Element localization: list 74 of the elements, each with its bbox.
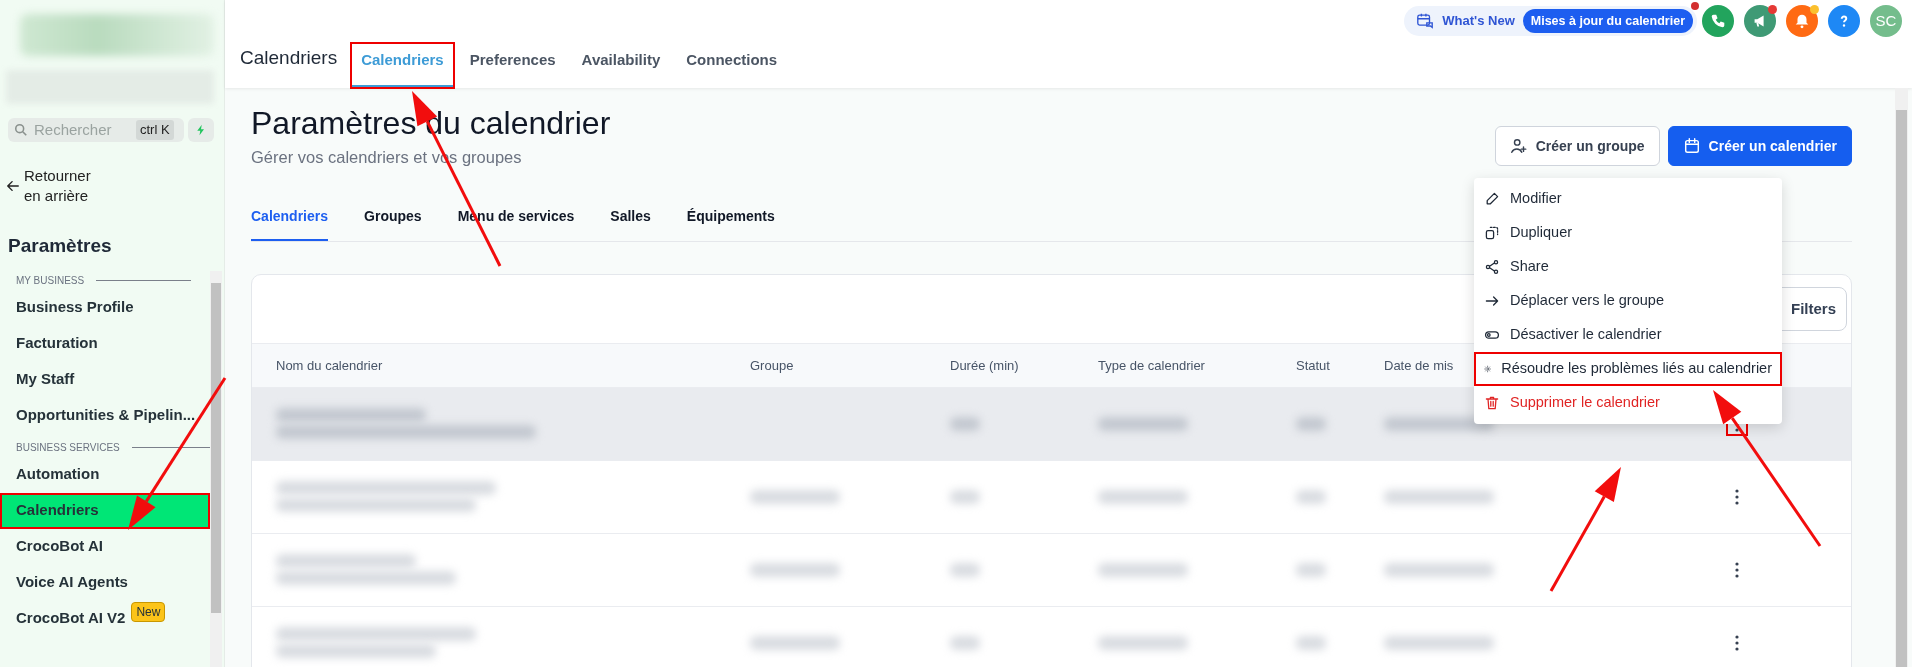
scrollbar[interactable] — [210, 270, 222, 667]
header-tab[interactable]: Connections — [676, 42, 788, 88]
arrow-left-icon — [6, 179, 20, 193]
page-title: Calendriers — [240, 45, 338, 70]
trash-icon — [1484, 395, 1500, 411]
help-button[interactable] — [1828, 5, 1860, 37]
menu-item[interactable]: Dupliquer — [1474, 216, 1782, 250]
section-label: BUSINESS SERVICES — [16, 440, 120, 455]
notifications-button[interactable] — [1786, 5, 1818, 37]
bell-icon — [1793, 12, 1811, 30]
notification-dot — [1810, 5, 1819, 14]
duplicate-icon — [1484, 225, 1500, 241]
redacted-text — [1296, 416, 1326, 431]
sidebar-item[interactable]: Opportunities & Pipelin... — [0, 397, 210, 434]
calendar-icon — [1682, 137, 1701, 155]
create-button[interactable]: Créer un groupe — [1494, 126, 1660, 166]
section-label: MY BUSINESS — [16, 273, 85, 288]
pencil-icon — [1484, 191, 1500, 207]
settings-tab[interactable]: Salles — [610, 201, 651, 241]
menu-item[interactable]: Modifier — [1474, 182, 1782, 216]
announcements-button[interactable] — [1744, 5, 1776, 37]
quick-action-button[interactable] — [188, 118, 214, 142]
header-tab[interactable]: Preferences — [459, 42, 566, 88]
menu-item[interactable]: Supprimer le calendrier — [1474, 386, 1782, 420]
notification-dot — [1768, 5, 1777, 14]
redacted-text — [950, 416, 980, 431]
vertical-dots-icon — [1735, 488, 1739, 505]
sidebar-item[interactable]: CrocoBot AI V2 New — [0, 600, 210, 637]
vertical-dots-icon — [1735, 634, 1739, 651]
settings-tab[interactable]: Calendriers — [251, 201, 329, 241]
column-header: Groupe — [750, 356, 794, 375]
redacted-text — [1296, 635, 1326, 650]
calendar-chat-icon — [1416, 12, 1435, 30]
notification-dot — [1691, 2, 1699, 10]
phone-icon — [1709, 12, 1727, 30]
user-plus-icon — [1509, 137, 1528, 155]
column-header: Durée (min) — [950, 356, 1019, 375]
column-header: Statut — [1296, 356, 1330, 375]
menu-item[interactable]: Share — [1474, 250, 1782, 284]
new-badge: New — [131, 601, 166, 622]
column-header: Nom du calendrier — [276, 356, 383, 375]
redacted-text — [1296, 489, 1326, 504]
share-icon — [1484, 259, 1500, 275]
create-button[interactable]: Créer un calendrier — [1667, 126, 1852, 166]
header-tab[interactable]: Availability — [571, 42, 671, 88]
section-heading: Paramètres — [8, 234, 113, 258]
updates-pill[interactable]: Mises à jour du calendrier — [1522, 8, 1693, 34]
search-icon — [14, 123, 28, 137]
settings-tab[interactable]: Groupes — [364, 201, 422, 241]
sidebar-item[interactable]: Business Profile — [0, 289, 210, 326]
lightning-icon — [195, 123, 207, 137]
redacted-text — [950, 489, 980, 504]
sidebar-item[interactable]: Automation — [0, 456, 210, 493]
back-link[interactable]: Retourner en arrière — [6, 166, 94, 206]
column-header: Date de mis — [1384, 356, 1454, 375]
redacted-text — [1296, 562, 1326, 577]
sidebar-item[interactable]: Calendriers — [0, 492, 210, 529]
arrow-right-icon — [1484, 293, 1500, 309]
search-field[interactable]: Rechercher ctrl K — [8, 118, 184, 142]
phone-button[interactable] — [1702, 5, 1734, 37]
redacted-text — [950, 562, 980, 577]
sidebar-item[interactable]: Facturation — [0, 325, 210, 362]
redacted-text — [950, 635, 980, 650]
whats-new-label: What's New — [1442, 12, 1515, 31]
column-header: Type de calendrier — [1098, 356, 1205, 375]
sidebar-item[interactable]: Voice AI Agents — [0, 564, 210, 601]
search-field[interactable]: Rechercher — [32, 117, 132, 143]
vertical-dots-icon — [1735, 561, 1739, 578]
scrollbar[interactable] — [1895, 88, 1908, 667]
sidebar-item[interactable]: CrocoBot AI — [0, 528, 210, 565]
sidebar-item[interactable]: My Staff — [0, 361, 210, 398]
settings-tab[interactable]: Équipements — [686, 201, 775, 241]
menu-item[interactable]: Résoudre les problèmes liés au calendrier — [1474, 352, 1782, 386]
shortcut-hint: ctrl K — [136, 120, 174, 140]
